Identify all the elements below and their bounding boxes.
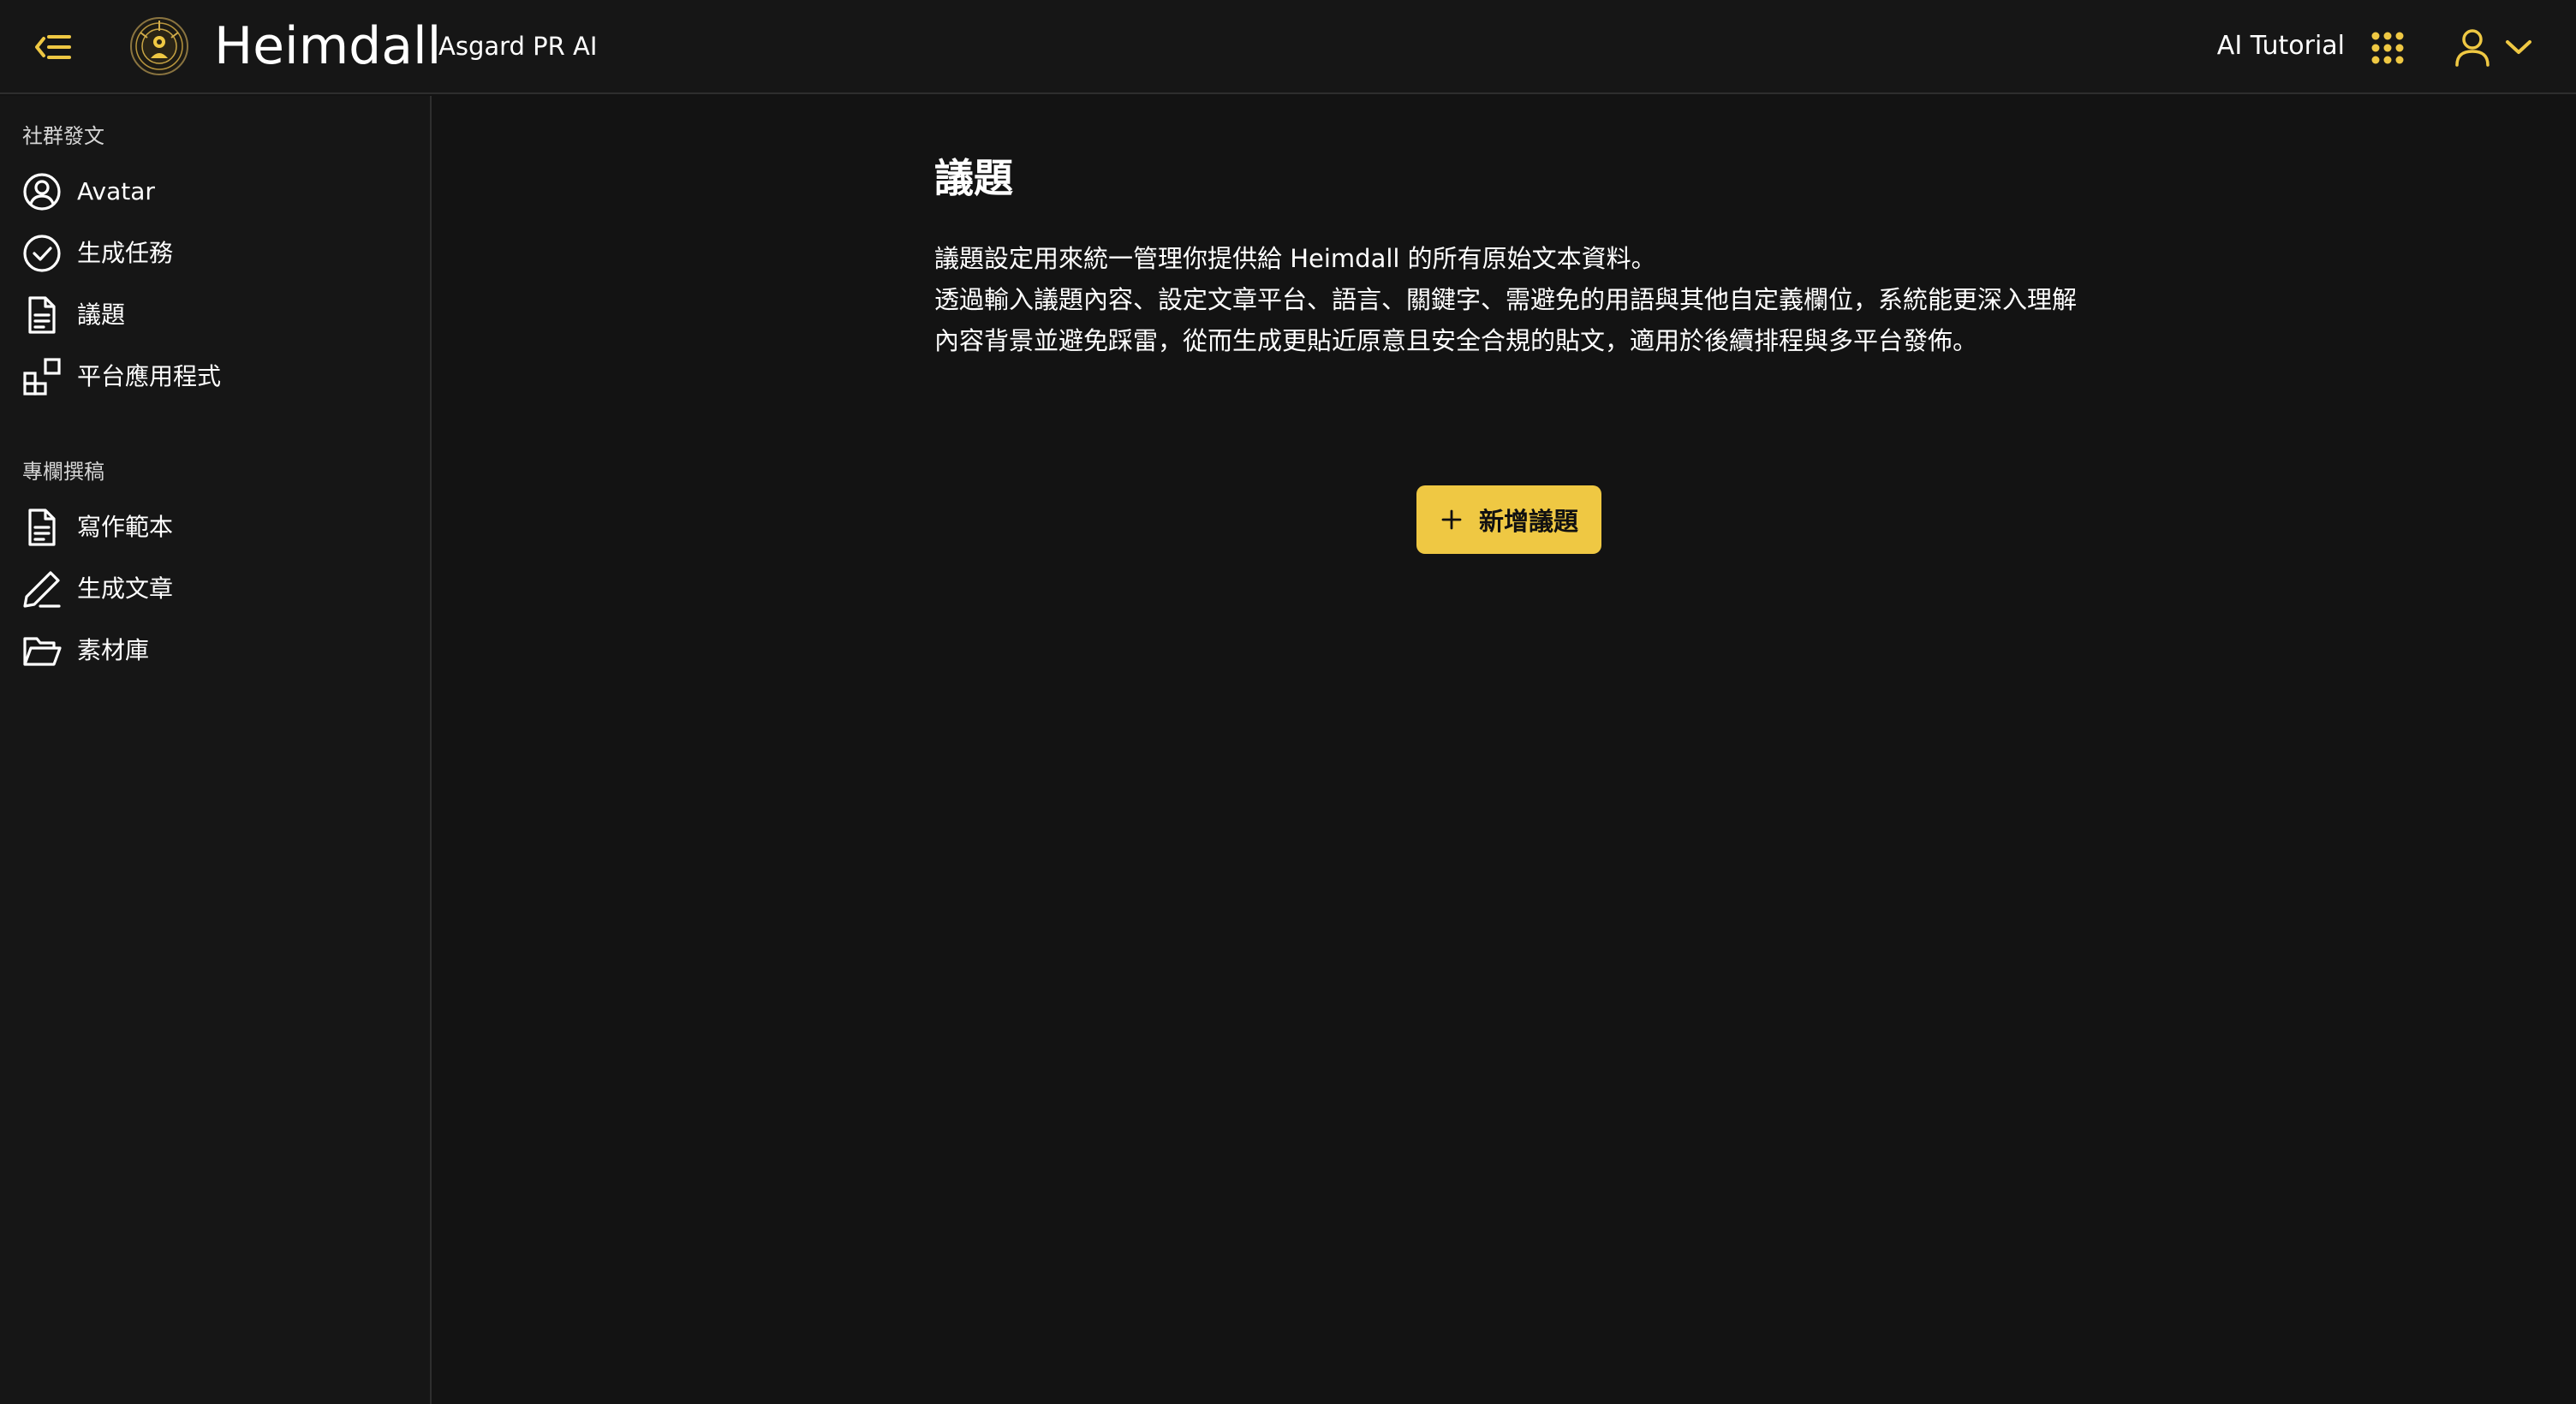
description-line: 議題設定用來統一管理你提供給 Heimdall 的所有原始文本資料。 xyxy=(934,244,1656,273)
user-circle-icon xyxy=(21,170,63,213)
sidebar-item-platform-apps[interactable]: 平台應用程式 xyxy=(21,349,411,404)
sidebar-item-asset-library[interactable]: 素材庫 xyxy=(21,623,411,678)
main-content: 議題 議題設定用來統一管理你提供給 Heimdall 的所有原始文本資料。 透過… xyxy=(433,96,2576,1404)
sidebar-item-label: Avatar xyxy=(77,177,155,205)
brand-name: Heimdall xyxy=(214,16,442,76)
sidebar-item-label: 議題 xyxy=(77,300,126,329)
check-circle-icon xyxy=(21,232,63,275)
sidebar-item-label: 生成任務 xyxy=(77,239,174,267)
brand-subtitle: Asgard PR AI xyxy=(438,32,598,61)
folder-open-icon xyxy=(21,629,63,672)
sidebar-item-avatar[interactable]: Avatar xyxy=(21,164,411,219)
pencil-icon xyxy=(21,568,63,610)
collapse-sidebar-button[interactable] xyxy=(29,26,77,68)
document-icon xyxy=(21,294,63,336)
sidebar-item-generation-tasks[interactable]: 生成任務 xyxy=(21,226,411,281)
sidebar-section-title: 社群發文 xyxy=(22,124,104,148)
collapse-sidebar-icon xyxy=(35,35,71,59)
sidebar: 社群發文 Avatar 生成任務 議題 平台應用程式 專欄撰稿 寫作範本 生成文… xyxy=(0,96,432,1404)
sidebar-item-topics[interactable]: 議題 xyxy=(21,288,411,342)
add-topic-button[interactable]: 新增議題 xyxy=(1416,485,1601,554)
add-topic-label: 新增議題 xyxy=(1478,507,1578,536)
document-icon xyxy=(21,506,63,549)
plus-icon xyxy=(1440,508,1464,532)
top-bar: Heimdall Asgard PR AI AI Tutorial xyxy=(0,0,2576,94)
user-menu-button[interactable] xyxy=(2451,26,2494,68)
description-line: 透過輸入議題內容、設定文章平台、語言、關鍵字、需避免的用語與其他自定義欄位，系統… xyxy=(934,285,2078,355)
apps-grid-button[interactable] xyxy=(2369,29,2406,67)
heimdall-logo[interactable] xyxy=(128,15,190,77)
sidebar-section-title: 專欄撰稿 xyxy=(22,460,104,484)
sidebar-item-label: 寫作範本 xyxy=(77,513,174,541)
user-icon xyxy=(2455,29,2490,67)
user-menu-chevron[interactable] xyxy=(2502,33,2535,62)
sidebar-item-label: 平台應用程式 xyxy=(77,362,222,390)
sidebar-item-label: 素材庫 xyxy=(77,636,150,664)
sidebar-item-generate-article[interactable]: 生成文章 xyxy=(21,562,411,616)
page-description: 議題設定用來統一管理你提供給 Heimdall 的所有原始文本資料。 透過輸入議… xyxy=(934,238,2082,361)
sidebar-item-writing-templates[interactable]: 寫作範本 xyxy=(21,500,411,555)
apps-blocks-icon xyxy=(21,355,63,398)
chevron-down-icon xyxy=(2506,40,2531,54)
ai-tutorial-link[interactable]: AI Tutorial xyxy=(2217,27,2345,65)
sidebar-item-label: 生成文章 xyxy=(77,574,174,603)
page-title: 議題 xyxy=(934,155,1013,201)
apps-grid-icon xyxy=(2371,32,2404,64)
